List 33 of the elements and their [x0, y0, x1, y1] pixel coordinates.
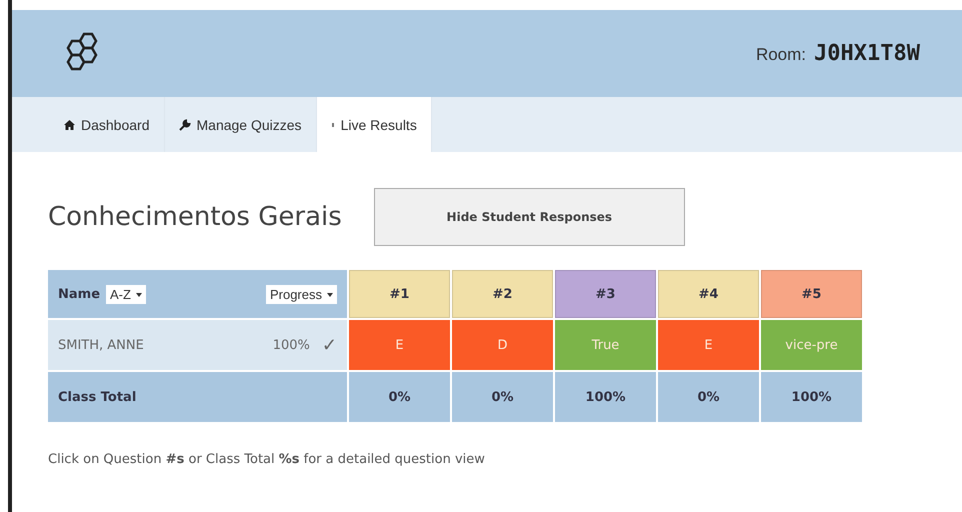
total-cell[interactable]: 100%	[761, 372, 862, 422]
question-header[interactable]: #4	[658, 270, 759, 318]
caret-icon	[136, 293, 142, 298]
room-code: J0HX1T8W	[814, 41, 920, 66]
total-cell[interactable]: 0%	[658, 372, 759, 422]
question-header[interactable]: #1	[349, 270, 450, 318]
nav-tab[interactable]: Live Results	[316, 97, 432, 152]
quiz-title: Conhecimentos Gerais	[48, 202, 342, 232]
answer-cell: E	[658, 320, 759, 370]
column-header: Name	[58, 286, 100, 302]
answer-cell: True	[555, 320, 656, 370]
nav-tab[interactable]: Dashboard	[50, 97, 164, 152]
sort-select[interactable]: A-Z	[106, 284, 146, 304]
total-cell[interactable]: 0%	[349, 372, 450, 422]
row-header: Class Total	[48, 372, 347, 422]
room-label: Room:	[756, 45, 806, 65]
student-name: SMITH, ANNE	[58, 338, 144, 352]
answer-cell: vice-pre	[761, 320, 862, 370]
home-icon	[64, 120, 75, 130]
caret-icon	[327, 293, 333, 298]
answer-cell: D	[452, 320, 553, 370]
total-cell[interactable]: 100%	[555, 372, 656, 422]
progress-select[interactable]: Progress	[266, 284, 337, 304]
wrench-icon	[178, 118, 190, 130]
question-header[interactable]: #2	[452, 270, 553, 318]
check-icon: ✓	[322, 334, 337, 356]
hide-responses-button[interactable]: Hide Student Responses	[374, 188, 685, 246]
answer-cell: E	[349, 320, 450, 370]
hint-text: Click on Question #s or Class Total %s for a detailed question view	[48, 452, 486, 467]
progress-text: 100%	[272, 338, 310, 352]
total-cell[interactable]: 0%	[452, 372, 553, 422]
question-header[interactable]: #3	[555, 270, 656, 318]
question-header[interactable]: #5	[761, 270, 862, 318]
